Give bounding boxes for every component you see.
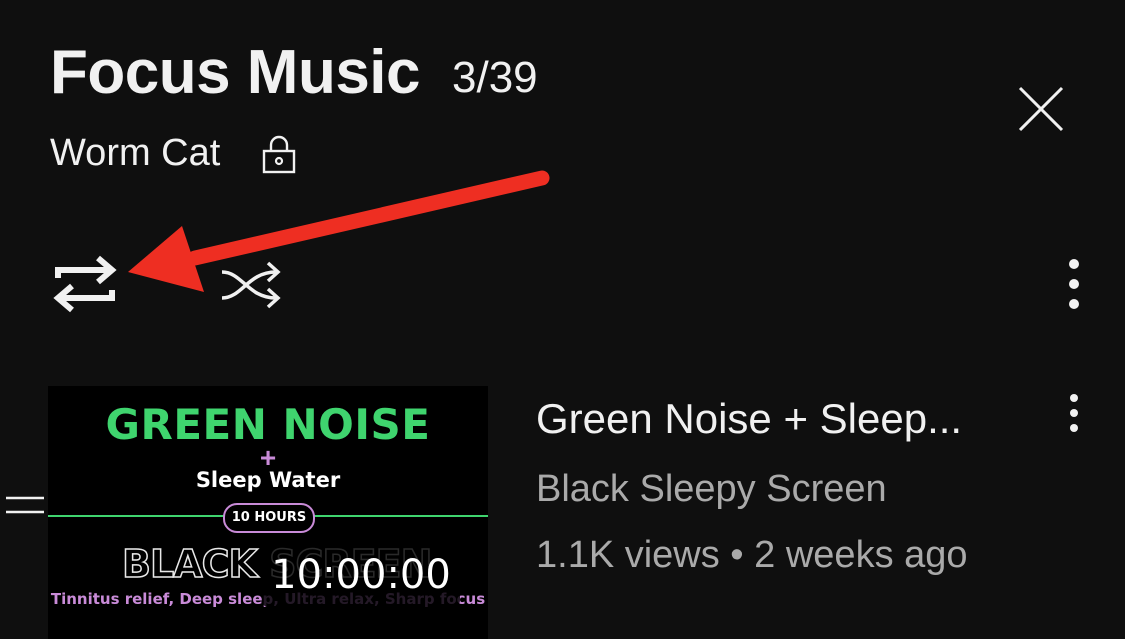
- playlist-title: Focus Music: [50, 38, 421, 107]
- drag-handle-icon[interactable]: [4, 494, 46, 516]
- annotation-arrow: [128, 170, 550, 292]
- video-title[interactable]: Green Noise + Sleep...: [536, 396, 962, 441]
- duration-badge: 10:00:00: [262, 542, 460, 608]
- more-vertical-icon[interactable]: [1058, 256, 1090, 312]
- thumbnail-subline: Sleep Water: [195, 468, 341, 492]
- item-more-icon[interactable]: [1062, 392, 1086, 434]
- thumbnail-badge: 10 HOURS: [223, 503, 315, 533]
- video-channel[interactable]: Black Sleepy Screen: [536, 469, 887, 510]
- close-icon[interactable]: [1014, 82, 1068, 136]
- video-thumbnail[interactable]: GREEN NOISE + Sleep Water 10 HOURS BLACK…: [48, 386, 488, 639]
- video-meta: 1.1K views • 2 weeks ago: [536, 534, 968, 576]
- playlist-position: 3/39: [452, 53, 538, 102]
